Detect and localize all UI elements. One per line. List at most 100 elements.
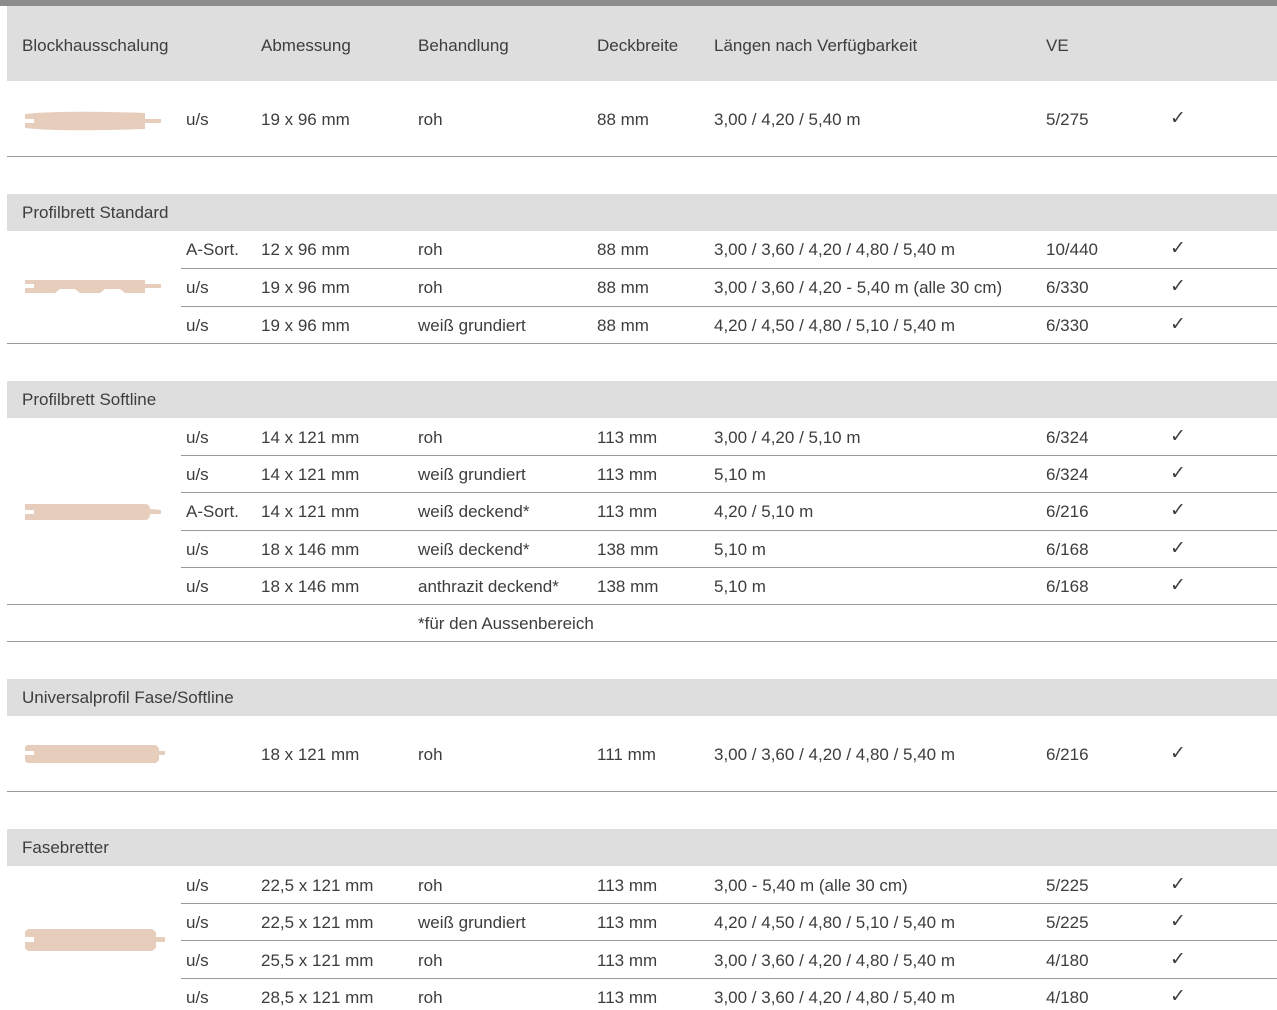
table-row-cell-ve: 6/324 — [1046, 428, 1089, 447]
row-divider — [181, 492, 1277, 493]
section-title: Universalprofil Fase/Softline — [22, 688, 234, 707]
row-divider — [7, 343, 1277, 344]
availability-check-icon: ✓ — [1170, 986, 1186, 1007]
table-row-cell-size: 12 x 96 mm — [261, 240, 350, 259]
table-row-cell-width: 88 mm — [597, 278, 649, 297]
table-row-cell-width: 113 mm — [597, 951, 658, 970]
section-header-bar — [7, 381, 1277, 418]
table-row-cell-lengths: 5,10 m — [714, 465, 766, 484]
row-divider — [7, 641, 1277, 642]
table-row-cell-treatment: roh — [418, 110, 443, 129]
table-row-cell-size: 22,5 x 121 mm — [261, 876, 374, 895]
row-divider — [181, 903, 1277, 904]
table-row-cell-ve: 6/216 — [1046, 745, 1089, 764]
table-row-cell-width: 88 mm — [597, 316, 649, 335]
table-row-cell-grade: A-Sort. — [186, 502, 239, 521]
table-row-cell-size: 19 x 96 mm — [261, 278, 350, 297]
footnote: *für den Aussenbereich — [418, 614, 594, 633]
table-row-cell-lengths: 4,20 / 5,10 m — [714, 502, 814, 521]
section-header-bar — [7, 829, 1277, 866]
table-row-cell-size: 22,5 x 121 mm — [261, 913, 374, 932]
table-row-cell-treatment: weiß grundiert — [418, 465, 526, 484]
row-divider — [181, 530, 1277, 531]
profile-standard-icon — [25, 280, 161, 293]
table-row-cell-treatment: roh — [418, 240, 443, 259]
table-row-cell-size: 18 x 146 mm — [261, 577, 360, 596]
table-row-cell-ve: 5/275 — [1046, 110, 1089, 129]
table-row-cell-ve: 4/180 — [1046, 951, 1089, 970]
table-row-cell-treatment: roh — [418, 428, 443, 447]
table-row-cell-treatment: roh — [418, 278, 443, 297]
section-header-bar — [7, 194, 1277, 231]
table-row-cell-size: 18 x 121 mm — [261, 745, 360, 764]
table-row-cell-grade: u/s — [186, 577, 209, 596]
table-row-cell-grade: u/s — [186, 540, 209, 559]
table-row-cell-lengths: 3,00 / 4,20 / 5,40 m — [714, 110, 861, 129]
table-row-cell-width: 113 mm — [597, 502, 658, 521]
table-row-cell-treatment: anthrazit deckend* — [418, 577, 559, 596]
profile-blockhaus-icon — [25, 111, 161, 131]
row-divider — [181, 978, 1277, 979]
table-row-cell-lengths: 5,10 m — [714, 540, 766, 559]
availability-check-icon: ✓ — [1170, 575, 1186, 596]
table-row-cell-ve: 4/180 — [1046, 988, 1089, 1007]
header-lengths: Längen nach Verfügbarkeit — [714, 36, 918, 55]
table-row-cell-lengths: 3,00 / 3,60 / 4,20 / 4,80 / 5,40 m — [714, 988, 955, 1007]
table-row-cell-grade: A-Sort. — [186, 240, 239, 259]
availability-check-icon: ✓ — [1170, 538, 1186, 559]
availability-check-icon: ✓ — [1170, 108, 1186, 129]
table-row-cell-grade: u/s — [186, 951, 209, 970]
availability-check-icon: ✓ — [1170, 874, 1186, 895]
table-row-cell-grade: u/s — [186, 913, 209, 932]
table-row-cell-size: 14 x 121 mm — [261, 428, 360, 447]
table-row-cell-treatment: weiß grundiert — [418, 913, 526, 932]
row-divider — [7, 791, 1277, 792]
section-title: Profilbrett Standard — [22, 203, 169, 222]
header-treatment: Behandlung — [418, 36, 509, 55]
availability-check-icon: ✓ — [1170, 743, 1186, 764]
table-row-cell-lengths: 3,00 / 3,60 / 4,20 / 4,80 / 5,40 m — [714, 745, 955, 764]
table-row-cell-grade: u/s — [186, 988, 209, 1007]
table-row-cell-width: 138 mm — [597, 540, 659, 559]
table-row-cell-size: 14 x 121 mm — [261, 465, 360, 484]
availability-check-icon: ✓ — [1170, 314, 1186, 335]
table-row-cell-grade: u/s — [186, 428, 209, 447]
availability-check-icon: ✓ — [1170, 463, 1186, 484]
table-row-cell-width: 113 mm — [597, 465, 658, 484]
table-row-cell-lengths: 3,00 / 3,60 / 4,20 / 4,80 / 5,40 m — [714, 951, 955, 970]
table-row-cell-ve: 6/330 — [1046, 316, 1089, 335]
table-row-cell-lengths: 4,20 / 4,50 / 4,80 / 5,10 / 5,40 m — [714, 913, 955, 932]
row-divider — [181, 567, 1277, 568]
row-divider — [181, 940, 1277, 941]
availability-check-icon: ✓ — [1170, 911, 1186, 932]
table-row-cell-lengths: 3,00 / 3,60 / 4,20 - 5,40 m (alle 30 cm) — [714, 278, 1003, 297]
row-divider — [7, 156, 1277, 157]
table-row-cell-width: 113 mm — [597, 876, 658, 895]
table-row-cell-ve: 6/324 — [1046, 465, 1089, 484]
table-row-cell-width: 138 mm — [597, 577, 659, 596]
table-row-cell-width: 113 mm — [597, 988, 658, 1007]
table-row-cell-treatment: roh — [418, 988, 443, 1007]
availability-check-icon: ✓ — [1170, 276, 1186, 297]
table-row-cell-size: 19 x 96 mm — [261, 316, 350, 335]
table-row-cell-size: 18 x 146 mm — [261, 540, 360, 559]
table-row-cell-width: 113 mm — [597, 428, 658, 447]
table-row-cell-treatment: roh — [418, 951, 443, 970]
header-product: Blockhausschalung — [22, 36, 169, 55]
table-row-cell-ve: 6/168 — [1046, 577, 1089, 596]
table-row-cell-size: 28,5 x 121 mm — [261, 988, 374, 1007]
availability-check-icon: ✓ — [1170, 949, 1186, 970]
table-row-cell-treatment: roh — [418, 745, 443, 764]
header-ve: VE — [1046, 36, 1069, 55]
table-row-cell-lengths: 5,10 m — [714, 577, 766, 596]
table-row-cell-grade: u/s — [186, 465, 209, 484]
table-row-cell-treatment: weiß deckend* — [418, 540, 530, 559]
table-row-cell-grade: u/s — [186, 316, 209, 335]
table-row-cell-size: 19 x 96 mm — [261, 110, 350, 129]
table-row-cell-grade: u/s — [186, 110, 209, 129]
table-row-cell-width: 113 mm — [597, 913, 658, 932]
table-row-cell-size: 25,5 x 121 mm — [261, 951, 374, 970]
section-title: Profilbrett Softline — [22, 390, 157, 409]
availability-check-icon: ✓ — [1170, 500, 1186, 521]
table-row-cell-ve: 6/216 — [1046, 502, 1089, 521]
